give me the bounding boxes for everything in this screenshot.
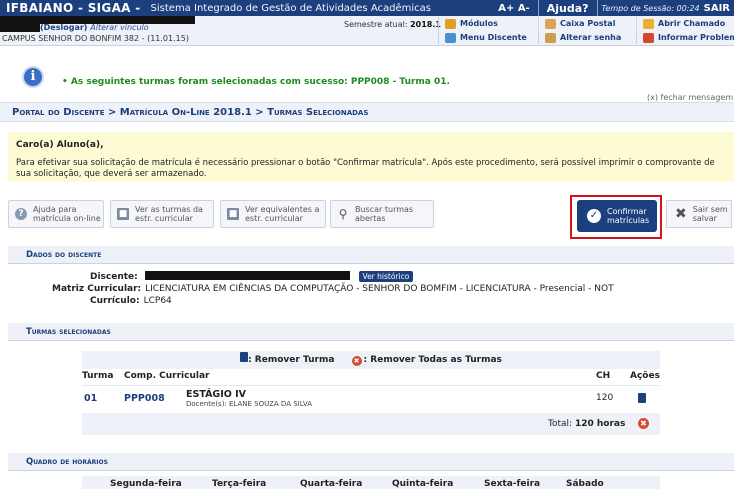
question-icon: ? [15, 208, 27, 220]
redacted-student-name [144, 271, 350, 280]
semester-label: Semestre atual: 2018.1 [344, 20, 441, 29]
classes-section-title: Turmas selecionadas [8, 323, 734, 341]
modules-link[interactable]: Módulos [438, 17, 498, 30]
table-total: Total: 120 horas ✖ [82, 413, 660, 435]
remove-all-button[interactable]: ✖ [638, 418, 649, 429]
exit-without-saving-button[interactable]: ✖ Sair sem salvar [666, 200, 732, 228]
action-bar: ? Ajuda para matrícula on-line ■ Ver as t… [8, 195, 734, 239]
session-timer: Tempo de Sessão: 00:24 [601, 3, 700, 13]
ticket-link[interactable]: Abrir Chamado [636, 17, 725, 30]
people-icon: ■ [227, 208, 239, 220]
info-bar: (Deslogar) Alterar vínculo CAMPUS SENHOR… [0, 16, 734, 46]
table-header: Turma Comp. Curricular CH Ações [82, 371, 660, 381]
schedule-section-title: Quadro de horários [8, 453, 734, 471]
key-icon [545, 32, 556, 43]
confirm-enrollment-button[interactable]: ✓ Confirmar matrículas [577, 200, 657, 232]
exit-link[interactable]: SAIR [704, 3, 734, 14]
menu-icon [445, 32, 456, 43]
class-code: PPP008 [124, 393, 165, 404]
info-icon: i [24, 68, 42, 86]
top-bar: IFBAIANO - SIGAA - Sistema Integrado de … [0, 0, 734, 16]
table-row: 01 PPP008 ESTÁGIO IV Docente(s): ELANE S… [82, 385, 660, 413]
report-problem-link[interactable]: Informar Problema [636, 31, 734, 44]
class-hours: 120 [596, 393, 614, 403]
curriculo-value: LCP64 [143, 296, 172, 306]
search-icon: ⚲ [338, 207, 348, 221]
class-number: 01 [84, 393, 98, 404]
campus-label: CAMPUS SENHOR DO BONFIM 382 - (11.01.15) [2, 34, 189, 43]
curriculo-row: Currículo: LCP64 [90, 296, 172, 306]
matriz-label: Matriz Curricular: [52, 284, 142, 294]
note-greeting: Caro(a) Aluno(a), [16, 140, 104, 150]
system-name: Sistema Integrado de Gestão de Atividade… [150, 2, 431, 14]
student-menu-link[interactable]: Menu Discente [438, 31, 527, 44]
change-password-link[interactable]: Alterar senha [538, 31, 621, 44]
curriculo-label: Currículo: [90, 296, 140, 306]
help-enrollment-button[interactable]: ? Ajuda para matrícula on-line [8, 200, 104, 228]
redacted-user-name [0, 24, 40, 32]
view-curricular-classes-button[interactable]: ■ Ver as turmas da estr. curricular [110, 200, 214, 228]
font-size-controls[interactable]: A+ A- [498, 3, 530, 14]
warning-icon [643, 32, 654, 43]
mailbox-icon [545, 18, 556, 29]
close-icon: ✖ [675, 206, 687, 222]
brand: IFBAIANO - SIGAA - [6, 1, 141, 15]
note-body: Para efetivar sua solicitação de matrícu… [16, 158, 715, 179]
trash-icon [240, 352, 249, 362]
search-open-classes-button[interactable]: ⚲ Buscar turmas abertas [330, 200, 434, 228]
matriz-value: LICENCIATURA EM CIÊNCIAS DA COMPUTAÇÃO -… [145, 284, 614, 294]
curriculum-row: Matriz Curricular: LICENCIATURA EM CIÊNCI… [52, 284, 614, 294]
change-link[interactable]: Alterar vínculo [90, 23, 148, 32]
check-icon: ✓ [587, 209, 601, 223]
table-legend: : Remover Turma ✖: Remover Todas as Turm… [82, 351, 660, 369]
help-link[interactable]: Ajuda? [539, 2, 597, 15]
ticket-icon [643, 18, 654, 29]
success-text: • As seguintes turmas foram selecionadas… [62, 77, 450, 87]
class-name: ESTÁGIO IV [186, 389, 247, 400]
user-block: (Deslogar) Alterar vínculo CAMPUS SENHOR… [0, 16, 300, 46]
logout-link[interactable]: (Deslogar) Alterar vínculo [40, 23, 149, 32]
schedule-header: Segunda-feira Terça-feira Quarta-feira Q… [82, 476, 660, 489]
class-teacher: Docente(s): ELANE SOUZA DA SILVA [186, 400, 312, 408]
student-name-row: Discente: Ver histórico [90, 271, 414, 282]
modules-icon [445, 18, 456, 29]
student-section-title: Dados do discente [8, 246, 734, 264]
student-label: Discente: [90, 272, 138, 282]
view-equivalents-button[interactable]: ■ Ver equivalentes a estr. curricular [220, 200, 326, 228]
success-message: i • As seguintes turmas foram selecionad… [0, 62, 734, 102]
mailbox-link[interactable]: Caixa Postal [538, 17, 615, 30]
remove-all-icon: ✖ [351, 356, 362, 366]
remove-class-button[interactable] [638, 393, 646, 403]
history-button[interactable]: Ver histórico [358, 271, 414, 282]
breadcrumb: Portal do Discente > Matrícula On-Line 2… [0, 102, 734, 122]
close-message-link[interactable]: (x) fechar mensagem [647, 93, 733, 102]
people-icon: ■ [117, 208, 129, 220]
instruction-note: Caro(a) Aluno(a), Para efetivar sua soli… [8, 132, 734, 182]
